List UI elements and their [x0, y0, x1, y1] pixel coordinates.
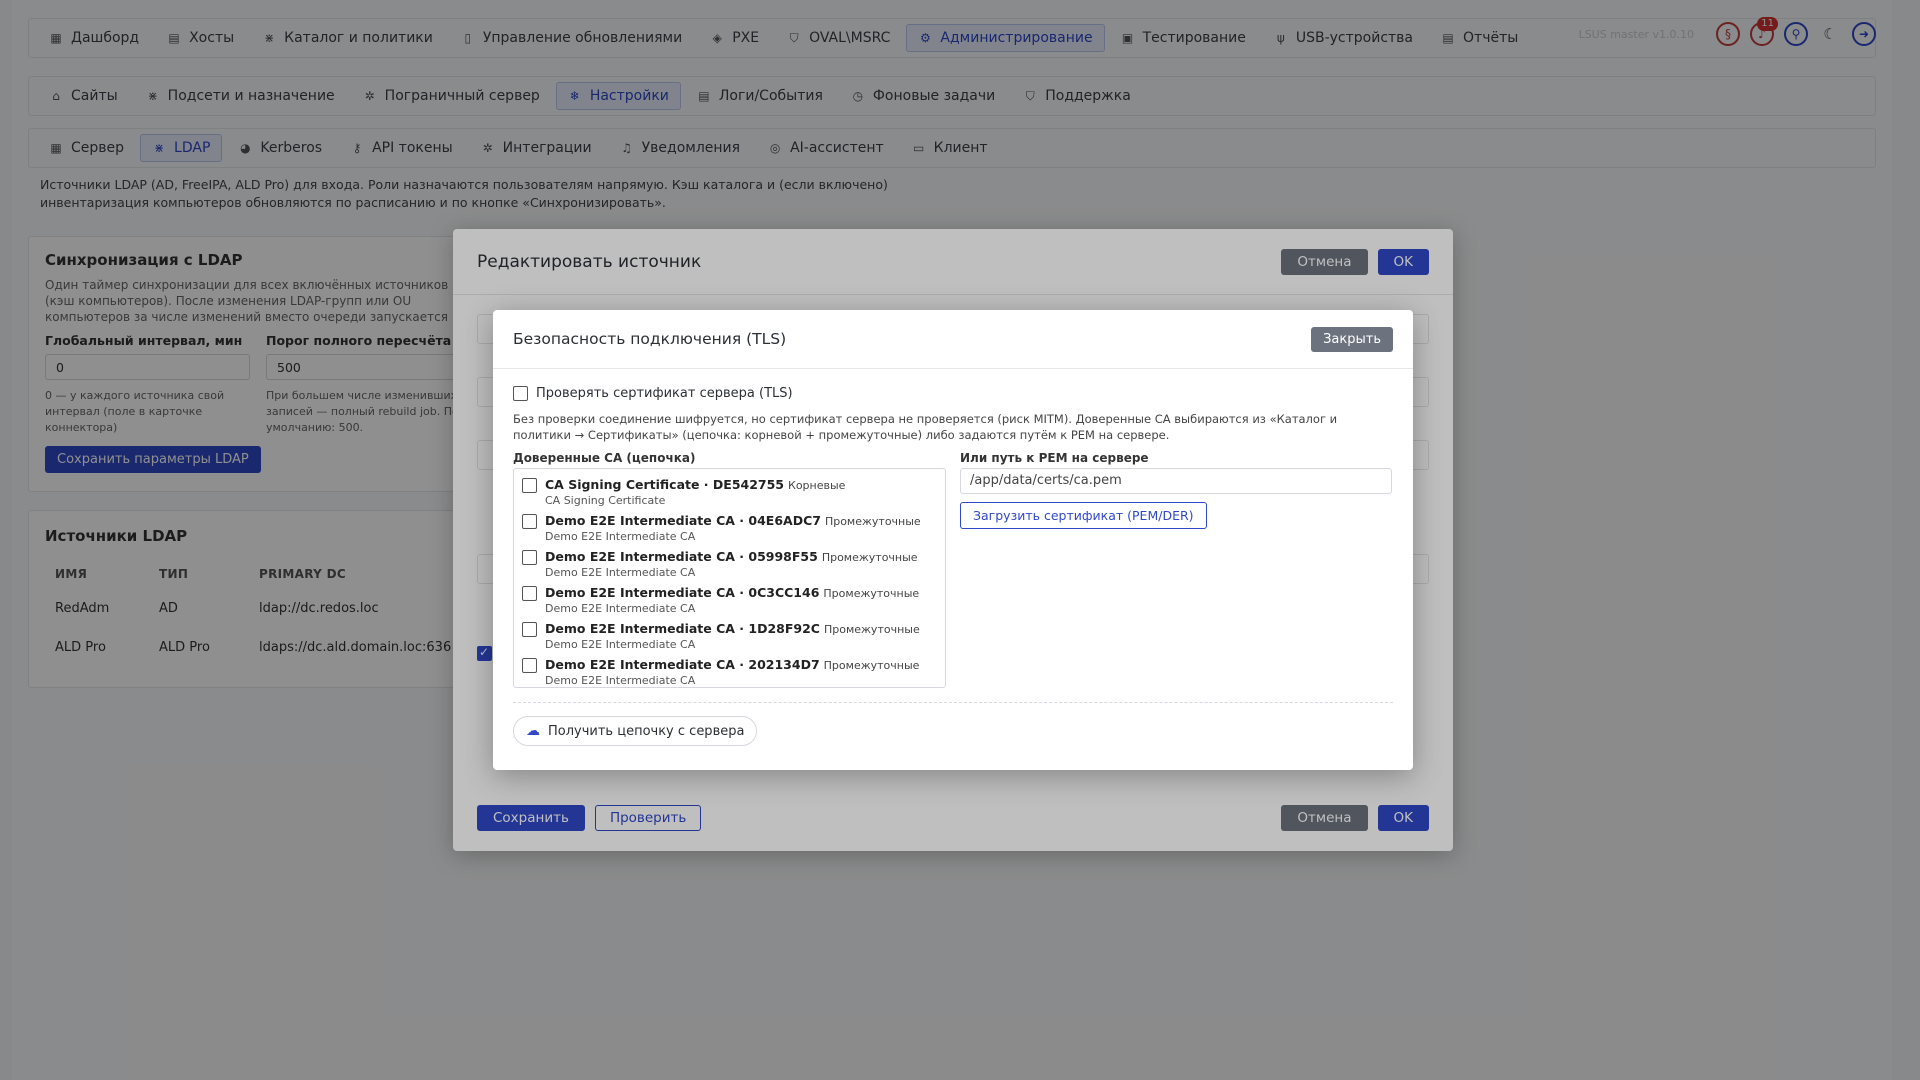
ca-name: CA Signing Certificate · DE542755 — [545, 477, 785, 492]
close-button[interactable]: Закрыть — [1311, 326, 1393, 352]
tls-hint: Без проверки соединение шифруется, но се… — [513, 412, 1338, 442]
ca-checkbox[interactable] — [522, 658, 537, 673]
ca-checkbox[interactable] — [522, 586, 537, 601]
ca-subtitle: CA Signing Certificate — [545, 494, 666, 507]
upload-cert-button[interactable]: Загрузить сертификат (PEM/DER) — [960, 502, 1207, 529]
ca-name: Demo E2E Intermediate CA · 0C3CC146 — [545, 585, 820, 600]
ca-subtitle: Demo E2E Intermediate CA — [545, 566, 696, 579]
ca-checkbox[interactable] — [522, 622, 537, 637]
trusted-ca-list[interactable]: CA Signing Certificate · DE542755 Корневы… — [513, 468, 946, 688]
ca-type: Промежуточные — [823, 587, 920, 600]
pem-path-input[interactable]: /app/data/certs/ca.pem — [960, 468, 1392, 494]
list-item[interactable]: Demo E2E Intermediate CA · 05998F55 Проме… — [514, 541, 945, 579]
ca-checkbox[interactable] — [522, 550, 537, 565]
cloud-download-icon: ☁ — [526, 723, 540, 739]
ca-type: Промежуточные — [824, 515, 921, 528]
tls-security-modal: Безопасность подключения (TLS) Закрыть П… — [493, 310, 1413, 770]
list-item[interactable]: Demo E2E Intermediate CA · 0C3CC146 Проме… — [514, 577, 945, 615]
tls-modal-title: Безопасность подключения (TLS) — [513, 330, 787, 348]
fetch-chain-button[interactable]: ☁ Получить цепочку с сервера — [513, 716, 758, 746]
list-item[interactable]: Demo E2E Intermediate CA · 202134D7 Проме… — [514, 649, 945, 687]
divider — [513, 702, 1393, 703]
ca-subtitle: Demo E2E Intermediate CA — [545, 602, 696, 615]
ca-name: Demo E2E Intermediate CA · 05998F55 — [545, 549, 818, 564]
ca-name: Demo E2E Intermediate CA · 1D28F92C — [545, 621, 820, 636]
ca-type: Корневые — [788, 479, 846, 492]
ca-type: Промежуточные — [823, 623, 920, 636]
list-item[interactable]: CA Signing Certificate · DE542755 Корневы… — [514, 469, 945, 507]
list-item[interactable]: Demo E2E Intermediate CA · 04E6ADC7 Проме… — [514, 505, 945, 543]
ca-subtitle: Demo E2E Intermediate CA — [545, 638, 696, 651]
ca-subtitle: Demo E2E Intermediate CA — [545, 530, 696, 543]
ca-name: Demo E2E Intermediate CA · 202134D7 — [545, 657, 820, 672]
verify-cert-checkbox[interactable] — [513, 386, 528, 401]
pem-path-label: Или путь к PEM на сервере — [960, 451, 1149, 465]
ca-name: Demo E2E Intermediate CA · 04E6ADC7 — [545, 513, 821, 528]
verify-cert-label: Проверять сертификат сервера (TLS) — [536, 386, 793, 401]
trusted-ca-label: Доверенные CA (цепочка) — [513, 451, 696, 465]
ca-type: Промежуточные — [821, 551, 918, 564]
ca-subtitle: Demo E2E Intermediate CA — [545, 674, 696, 687]
tls-modal-header: Безопасность подключения (TLS) Закрыть — [493, 310, 1413, 369]
ca-type: Промежуточные — [823, 659, 920, 672]
list-item[interactable]: Demo E2E Intermediate CA · 1D28F92C Проме… — [514, 613, 945, 651]
ca-checkbox[interactable] — [522, 514, 537, 529]
verify-cert-row[interactable]: Проверять сертификат сервера (TLS) — [513, 386, 793, 401]
fetch-chain-label: Получить цепочку с сервера — [548, 723, 745, 739]
ca-checkbox[interactable] — [522, 478, 537, 493]
